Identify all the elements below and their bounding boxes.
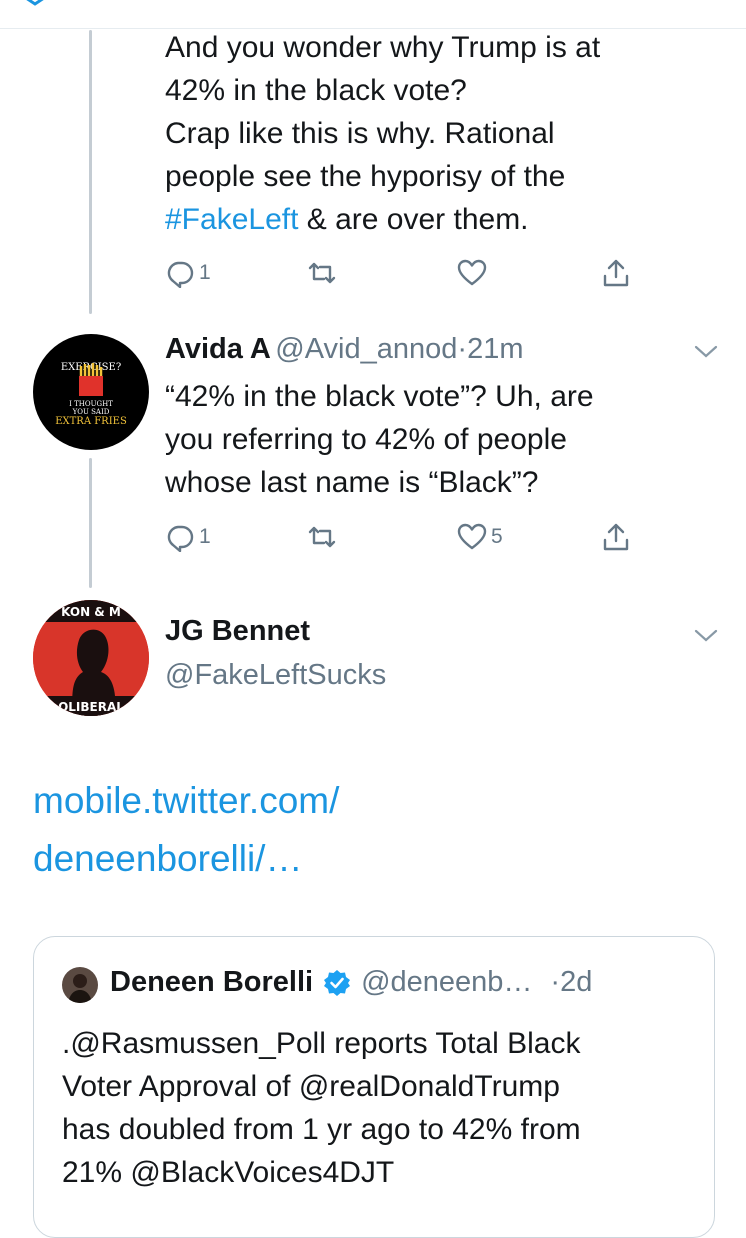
quoted-tweet-text: .@Rasmussen_Poll reports Total Black Vot…: [62, 1027, 581, 1189]
thread-line: [89, 458, 92, 588]
chevron-down-icon[interactable]: [20, 0, 50, 8]
tweet-text: And you wonder why Trump is at 42% in th…: [165, 31, 601, 236]
display-name: Deneen Borelli: [110, 966, 314, 998]
username: @deneenb…: [361, 966, 533, 998]
svg-text:I THOUGHT: I THOUGHT: [69, 400, 113, 408]
svg-text:EXERCISE?: EXERCISE?: [61, 362, 121, 373]
quoted-tweet-card[interactable]: Deneen Borelli @deneenb… · 2d .@Rasmussen…: [33, 936, 715, 1238]
retweet-icon: [308, 526, 336, 548]
svg-text:YOU SAID: YOU SAID: [72, 408, 110, 416]
verified-badge-icon: [324, 969, 351, 996]
username[interactable]: @Avid_annod: [275, 333, 457, 365]
reply-icon: [167, 525, 194, 552]
avatar[interactable]: EXERCISE? I THOUGHT YOU SAID EXTRA FRIES: [33, 334, 149, 450]
chevron-down-icon[interactable]: [694, 628, 718, 644]
dot-separator: ·: [457, 333, 468, 365]
retweet-icon: [308, 262, 336, 284]
tweet-header: Avida A @Avid_annod·21m: [165, 333, 523, 366]
tweet-link[interactable]: mobile.twitter.com/ deneenborelli/…: [33, 772, 339, 888]
svg-text:OLIBERAL: OLIBERAL: [58, 700, 124, 714]
avatar[interactable]: KON & M OLIBERAL: [33, 600, 149, 716]
like-button[interactable]: 5: [457, 522, 503, 552]
person-avatar-image: [68, 974, 92, 1003]
display-name[interactable]: Avida A: [165, 333, 271, 365]
share-button[interactable]: [601, 522, 631, 552]
display-name[interactable]: JG Bennet: [165, 615, 310, 648]
timestamp[interactable]: 21m: [467, 333, 523, 365]
fries-avatar-image: EXERCISE? I THOUGHT YOU SAID EXTRA FRIES: [55, 362, 127, 427]
portrait-avatar-image: KON & M OLIBERAL: [33, 600, 149, 716]
like-button[interactable]: [457, 258, 487, 288]
username[interactable]: @FakeLeftSucks: [165, 659, 386, 692]
chevron-down-icon[interactable]: [694, 344, 718, 360]
dot-separator: ·: [550, 966, 561, 998]
share-button[interactable]: [601, 258, 631, 288]
timestamp: 2d: [560, 966, 593, 998]
svg-text:KON & M: KON & M: [61, 605, 121, 619]
quoted-tweet-header: Deneen Borelli @deneenb… · 2d: [110, 966, 592, 999]
svg-text:EXTRA FRIES: EXTRA FRIES: [55, 416, 127, 427]
reply-count: 1: [199, 261, 211, 284]
retweet-button[interactable]: [307, 522, 337, 552]
avatar[interactable]: [62, 967, 98, 1003]
tweet-actions: 1: [165, 258, 645, 292]
reply-button[interactable]: 1: [165, 522, 211, 552]
tweet-text: “42% in the black vote”? Uh, are you ref…: [165, 380, 594, 499]
heart-icon: [457, 523, 487, 550]
reply-count: 1: [199, 525, 211, 548]
share-icon: [603, 259, 629, 287]
heart-icon: [457, 259, 487, 286]
like-count: 5: [491, 525, 503, 548]
hashtag-link[interactable]: #FakeLeft: [165, 203, 298, 236]
reply-button[interactable]: 1: [165, 258, 211, 288]
share-icon: [603, 523, 629, 551]
reply-icon: [167, 261, 194, 288]
thread-line: [89, 30, 92, 314]
retweet-button[interactable]: [307, 258, 337, 288]
tweet-actions: 1 5: [165, 522, 645, 556]
